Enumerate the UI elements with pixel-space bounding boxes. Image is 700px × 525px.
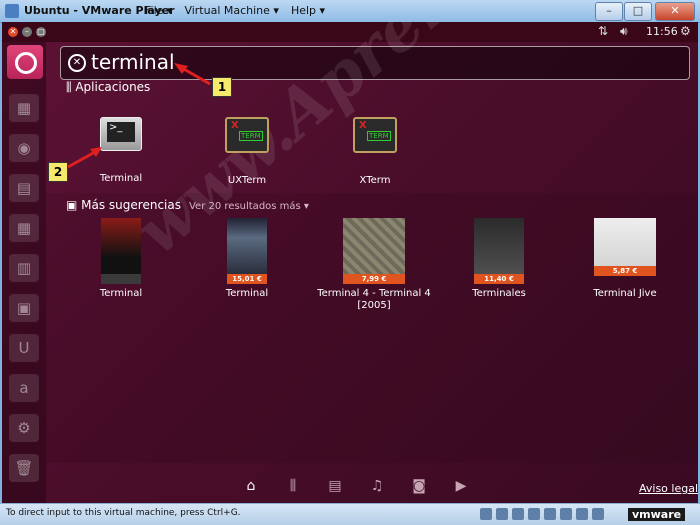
app-label: Terminal [99,173,143,184]
sound-icon[interactable] [560,508,572,520]
app-label: UXTerm [227,175,267,186]
suggestion-item[interactable]: 7,99 € Terminal 4 - Terminal 4 [2005] [314,218,434,312]
device-icons [480,508,604,520]
launcher-trash-icon[interactable]: 🗑︎ [9,454,39,482]
terminal-icon: >_ [100,117,142,151]
suggestion-label: Terminales [472,288,526,299]
clear-search-icon[interactable]: ✕ [68,54,86,72]
app-uxterm[interactable]: X TERM UXTerm [207,117,287,186]
dash-close-icon[interactable]: ✕ [8,27,18,37]
menu-virtual-machine[interactable]: Virtual Machine ▾ [184,4,279,17]
clock[interactable]: 11:56 [646,25,678,38]
suggestion-item[interactable]: 15,01 € Terminal [187,218,307,300]
search-input[interactable]: terminal [91,50,175,74]
book-cover: 11,40 € [474,218,524,284]
photos-icon[interactable]: ◙ [410,477,428,495]
network-icon[interactable]: ⇅ [598,24,608,38]
usb-icon[interactable] [544,508,556,520]
suggestion-label: Terminal 4 - Terminal 4 [2005] [317,288,431,311]
book-cover [101,218,141,284]
suggestion-item[interactable]: 5,87 € Terminal Jive [565,218,685,300]
dash-minimize-icon[interactable]: – [22,27,32,37]
suggestion-label: Terminal Jive [593,288,657,299]
launcher-settings-icon[interactable]: ⚙ [9,414,39,442]
launcher-amazon-icon[interactable]: a [9,374,39,402]
price-tag: 11,40 € [474,274,524,284]
video-icon[interactable]: ▶ [452,477,470,495]
more-results-link[interactable]: Ver 20 resultados más ▾ [189,201,309,212]
ubuntu-logo-icon [15,52,37,74]
menu-help[interactable]: Help ▾ [291,4,325,17]
uxterm-icon: X TERM [225,117,269,153]
close-button[interactable]: ✕ [655,2,695,21]
app-terminal[interactable]: >_ Terminal [81,117,161,184]
app-xterm[interactable]: X TERM XTerm [335,117,415,186]
launcher-impress-icon[interactable]: ▥ [9,254,39,282]
callout-1: 1 [212,77,232,97]
lens-bar: ⌂ ⫼ ▤ ♫ ◙ ▶ [242,477,502,499]
suggestion-item[interactable]: Terminal [61,218,181,300]
launcher-writer-icon[interactable]: ▤ [9,174,39,202]
printer-icon[interactable] [576,508,588,520]
launcher-calc-icon[interactable]: ▦ [9,214,39,242]
launcher-firefox-icon[interactable]: ◉ [9,134,39,162]
network-adapter-icon[interactable] [528,508,540,520]
hdd-icon[interactable] [480,508,492,520]
dash-home-button[interactable] [7,45,43,79]
music-icon[interactable]: ♫ [368,477,386,495]
vm-screen[interactable]: ✕ – □ ⇅ 🔊︎ 11:56 ⚙ ▦ ◉ ▤ ▦ ▥ ▣ U a ⚙ 🗑︎ … [2,22,698,503]
maximize-button[interactable]: □ [624,2,652,21]
book-cover: 15,01 € [227,218,267,284]
status-message: To direct input to this virtual machine,… [6,508,241,518]
vmware-logo: vmware [628,508,686,521]
book-cover: 5,87 € [594,218,656,276]
suggestions-header: ▣ Más sugerencias Ver 20 resultados más ▾ [66,198,309,212]
book-cover: 7,99 € [343,218,405,284]
price-tag [101,274,141,284]
callout-2: 2 [48,162,68,182]
vmware-statusbar: To direct input to this virtual machine,… [0,503,700,525]
menu-bar: File ▾ Virtual Machine ▾ Help ▾ [145,4,325,17]
applications-icon: ⫼ [66,80,76,94]
price-tag: 5,87 € [594,266,656,276]
suggestion-label: Terminal [225,288,269,299]
volume-icon[interactable]: 🔊︎ [620,24,628,39]
applications-lens-icon[interactable]: ⫼ [284,477,302,495]
xterm-icon: X TERM [353,117,397,153]
price-tag: 7,99 € [343,274,405,284]
suggestion-label: Terminal [99,288,143,299]
floppy-icon[interactable] [512,508,524,520]
dash-maximize-icon[interactable]: □ [36,27,46,37]
legal-notice-link[interactable]: Aviso legal [639,482,698,495]
launcher-software-center-icon[interactable]: ▣ [9,294,39,322]
price-tag: 15,01 € [227,274,267,284]
launcher: ▦ ◉ ▤ ▦ ▥ ▣ U a ⚙ 🗑︎ [2,42,46,503]
vmware-app-icon [5,4,19,18]
suggestion-item[interactable]: 11,40 € Terminales [439,218,559,300]
app-label: XTerm [359,175,391,186]
home-icon[interactable]: ⌂ [242,477,260,495]
cdrom-icon[interactable] [496,508,508,520]
minimize-button[interactable]: – [595,2,623,21]
launcher-files-icon[interactable]: ▦ [9,94,39,122]
launcher-ubuntu-one-icon[interactable]: U [9,334,39,362]
window-titlebar: Ubuntu - VMware Player File ▾ Virtual Ma… [0,0,700,23]
menu-file[interactable]: File ▾ [145,4,172,17]
files-icon[interactable]: ▤ [326,477,344,495]
shopping-bag-icon: ▣ [66,198,82,212]
message-icon[interactable] [592,508,604,520]
applications-header: ⫼ Aplicaciones [66,80,151,94]
gear-icon[interactable]: ⚙ [680,24,691,38]
